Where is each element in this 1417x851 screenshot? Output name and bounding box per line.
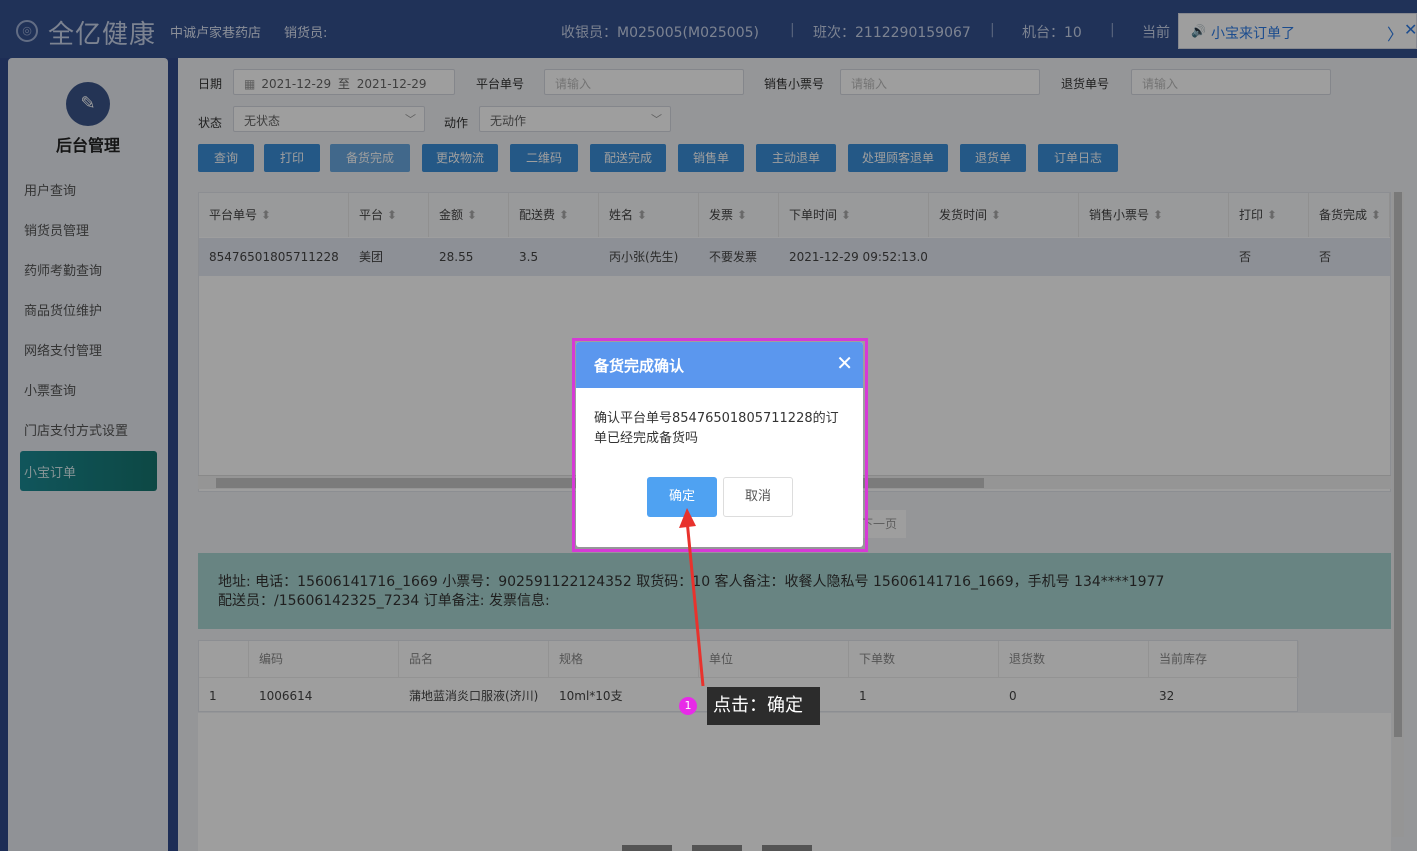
- dialog-title: 备货完成确认: [594, 357, 685, 375]
- step-marker: 1: [679, 697, 697, 715]
- dialog-message: 确认平台单号85476501805711228的订单已经完成备货吗: [594, 411, 839, 446]
- annotation-tooltip: 点击：确定: [707, 687, 820, 725]
- confirm-dialog: 备货完成确认 ✕ 确认平台单号85476501805711228的订单已经完成备…: [576, 342, 863, 547]
- dialog-header: 备货完成确认 ✕: [576, 342, 863, 388]
- cancel-button[interactable]: 取消: [723, 477, 793, 517]
- confirm-button[interactable]: 确定: [647, 477, 717, 517]
- close-icon[interactable]: ✕: [836, 351, 853, 375]
